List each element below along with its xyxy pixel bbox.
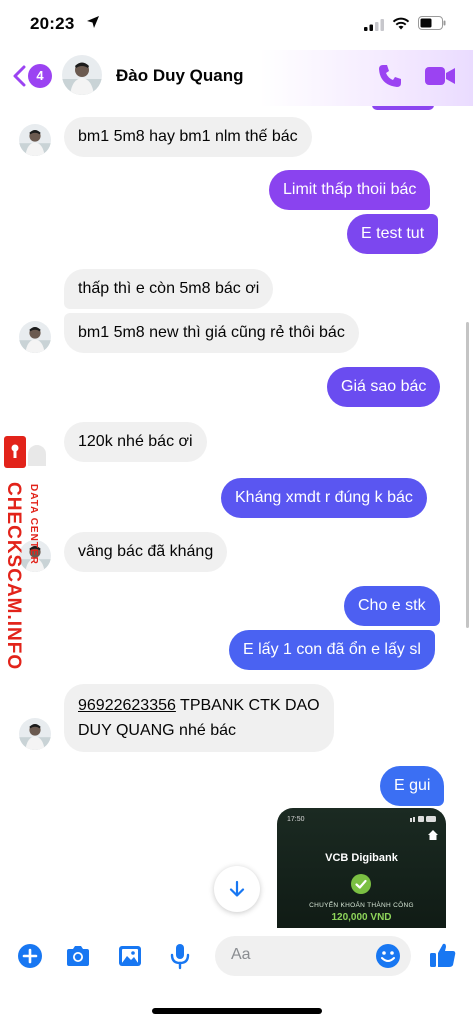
message-bubble-incoming[interactable]: 96922623356 TPBANK CTK DAO DUY QUANG nhé… (64, 684, 334, 752)
watermark-main-text: CHECKSCAM.INFO (3, 482, 24, 671)
scrollbar[interactable] (466, 322, 469, 628)
plus-icon[interactable] (16, 942, 44, 970)
receipt-amount: 120,000 VND (331, 912, 392, 923)
message-bubble-outgoing[interactable]: Giá sao bác (327, 367, 441, 407)
message-bubble-incoming[interactable]: 120k nhé bác ơi (64, 422, 207, 462)
camera-icon[interactable] (64, 942, 92, 970)
signal-icon (364, 19, 384, 31)
watermark: CHECKSCAM.INFO DATA CENTER (0, 436, 50, 670)
thumbs-up-icon[interactable] (428, 940, 458, 970)
message-text: TPBANK CTK DAO (175, 697, 320, 714)
status-bar: 20:23 (0, 0, 473, 50)
receipt-brand: VCB Digibank (325, 852, 398, 864)
microphone-icon[interactable] (166, 942, 194, 970)
phone-icon[interactable] (376, 62, 404, 90)
message-list[interactable]: bm1 5m8 hay bm1 nlm thế bác Limit thấp t… (0, 106, 473, 928)
account-number-link[interactable]: 96922623356 (78, 697, 176, 714)
video-camera-icon[interactable] (424, 64, 456, 88)
message-composer (0, 928, 473, 988)
message-bubble-incoming[interactable]: bm1 5m8 hay bm1 nlm thế bác (64, 117, 312, 157)
message-line: 96922623356 TPBANK CTK DAO (78, 693, 320, 718)
lock-icon (4, 436, 46, 468)
arrow-down-icon (229, 880, 245, 897)
home-icon (428, 830, 438, 840)
wifi-icon (392, 17, 410, 30)
scroll-to-bottom-button[interactable] (214, 866, 260, 912)
message-bubble-outgoing[interactable]: Limit thấp thoii bác (269, 170, 431, 210)
emoji-icon[interactable] (375, 943, 401, 969)
message-line: DUY QUANG nhé bác (78, 722, 236, 739)
message-bubble-incoming[interactable]: thấp thì e còn 5m8 bác ơi (64, 269, 274, 309)
photo-icon[interactable] (116, 942, 144, 970)
watermark-sub-text: DATA CENTER (28, 484, 39, 565)
contact-avatar[interactable] (62, 55, 102, 95)
sender-avatar[interactable] (19, 124, 51, 156)
back-button[interactable]: 4 (12, 62, 54, 90)
message-bubble-partial (372, 106, 434, 110)
sender-avatar[interactable] (19, 321, 51, 353)
status-time: 20:23 (30, 14, 75, 33)
message-bubble-outgoing[interactable]: E test tut (347, 214, 439, 254)
message-input-field[interactable] (215, 936, 411, 976)
location-arrow-icon (87, 16, 99, 28)
message-bubble-outgoing[interactable]: E lấy 1 con đã ổn e lấy sl (229, 630, 435, 670)
sender-avatar[interactable] (19, 718, 51, 750)
message-bubble-incoming[interactable]: bm1 5m8 new thì giá cũng rẻ thôi bác (64, 313, 359, 353)
unread-count-badge: 4 (28, 64, 52, 88)
success-check-icon (351, 874, 371, 894)
home-indicator[interactable] (152, 1008, 322, 1014)
conversation-header: 4 Đào Duy Quang (0, 50, 473, 106)
chevron-left-icon (13, 65, 26, 87)
transfer-receipt-image[interactable]: 17:50 VCB Digibank CHUYỂN KHOẢN THÀNH CÔ… (277, 808, 446, 928)
message-input[interactable] (231, 946, 361, 964)
message-bubble-incoming[interactable]: vâng bác đã kháng (64, 532, 228, 572)
receipt-status-label: CHUYỂN KHOẢN THÀNH CÔNG (309, 902, 414, 909)
contact-name[interactable]: Đào Duy Quang (116, 66, 244, 86)
receipt-time: 17:50 (287, 816, 305, 823)
message-bubble-outgoing[interactable]: E gui (380, 766, 445, 806)
battery-icon (418, 16, 446, 30)
receipt-status-icons (410, 816, 436, 822)
message-bubble-outgoing[interactable]: Kháng xmdt r đúng k bác (221, 478, 427, 518)
message-bubble-outgoing[interactable]: Cho e stk (344, 586, 440, 626)
